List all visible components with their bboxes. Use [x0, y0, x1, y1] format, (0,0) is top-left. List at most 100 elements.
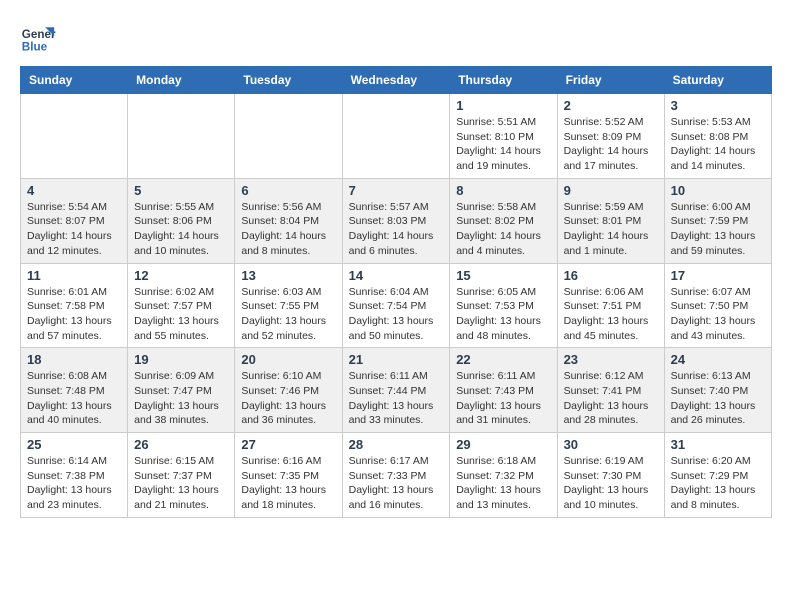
calendar-cell: 2 Sunrise: 5:52 AM Sunset: 8:09 PM Daylig…	[557, 94, 664, 179]
calendar-cell: 6 Sunrise: 5:56 AM Sunset: 8:04 PM Daylig…	[235, 178, 342, 263]
day-info: Sunrise: 6:07 AM Sunset: 7:50 PM Dayligh…	[671, 285, 765, 344]
week-row-5: 25 Sunrise: 6:14 AM Sunset: 7:38 PM Dayli…	[21, 433, 772, 518]
day-info: Sunrise: 6:13 AM Sunset: 7:40 PM Dayligh…	[671, 369, 765, 428]
column-header-friday: Friday	[557, 67, 664, 94]
day-info: Sunrise: 6:02 AM Sunset: 7:57 PM Dayligh…	[134, 285, 228, 344]
day-number: 23	[564, 352, 658, 367]
calendar-cell: 21Sunrise: 6:11 AM Sunset: 7:44 PM Dayli…	[342, 348, 450, 433]
calendar-cell	[128, 94, 235, 179]
calendar-cell: 18 Sunrise: 6:08 AM Sunset: 7:48 PM Dayli…	[21, 348, 128, 433]
day-info: Sunrise: 5:58 AM Sunset: 8:02 PM Dayligh…	[456, 200, 550, 259]
day-number: 20	[241, 352, 335, 367]
calendar-table: SundayMondayTuesdayWednesdayThursdayFrid…	[20, 66, 772, 518]
day-number: 22	[456, 352, 550, 367]
day-number: 16	[564, 268, 658, 283]
calendar-cell: 27 Sunrise: 6:16 AM Sunset: 7:35 PM Dayli…	[235, 433, 342, 518]
day-info: Sunrise: 6:06 AM Sunset: 7:51 PM Dayligh…	[564, 285, 658, 344]
day-info: Sunrise: 5:54 AM Sunset: 8:07 PM Dayligh…	[27, 200, 121, 259]
calendar-cell	[21, 94, 128, 179]
day-info: Sunrise: 6:19 AM Sunset: 7:30 PM Dayligh…	[564, 454, 658, 513]
calendar-cell: 19Sunrise: 6:09 AM Sunset: 7:47 PM Dayli…	[128, 348, 235, 433]
day-number: 24	[671, 352, 765, 367]
column-header-tuesday: Tuesday	[235, 67, 342, 94]
day-number: 15	[456, 268, 550, 283]
day-info: Sunrise: 6:18 AM Sunset: 7:32 PM Dayligh…	[456, 454, 550, 513]
column-header-saturday: Saturday	[664, 67, 771, 94]
calendar-cell: 10 Sunrise: 6:00 AM Sunset: 7:59 PM Dayli…	[664, 178, 771, 263]
day-info: Sunrise: 6:05 AM Sunset: 7:53 PM Dayligh…	[456, 285, 550, 344]
calendar-cell: 26 Sunrise: 6:15 AM Sunset: 7:37 PM Dayli…	[128, 433, 235, 518]
calendar-cell: 16 Sunrise: 6:06 AM Sunset: 7:51 PM Dayli…	[557, 263, 664, 348]
day-number: 17	[671, 268, 765, 283]
day-number: 2	[564, 98, 658, 113]
calendar-cell: 24 Sunrise: 6:13 AM Sunset: 7:40 PM Dayli…	[664, 348, 771, 433]
calendar-cell: 14 Sunrise: 6:04 AM Sunset: 7:54 PM Dayli…	[342, 263, 450, 348]
calendar-cell: 9Sunrise: 5:59 AM Sunset: 8:01 PM Daylig…	[557, 178, 664, 263]
column-header-sunday: Sunday	[21, 67, 128, 94]
column-header-wednesday: Wednesday	[342, 67, 450, 94]
day-number: 21	[349, 352, 444, 367]
calendar-cell: 4 Sunrise: 5:54 AM Sunset: 8:07 PM Daylig…	[21, 178, 128, 263]
day-number: 5	[134, 183, 228, 198]
calendar-cell: 8Sunrise: 5:58 AM Sunset: 8:02 PM Daylig…	[450, 178, 557, 263]
day-info: Sunrise: 6:15 AM Sunset: 7:37 PM Dayligh…	[134, 454, 228, 513]
day-number: 13	[241, 268, 335, 283]
calendar-cell: 1 Sunrise: 5:51 AM Sunset: 8:10 PM Daylig…	[450, 94, 557, 179]
page-header: General Blue	[20, 20, 772, 56]
week-row-1: 1 Sunrise: 5:51 AM Sunset: 8:10 PM Daylig…	[21, 94, 772, 179]
day-number: 1	[456, 98, 550, 113]
day-info: Sunrise: 6:04 AM Sunset: 7:54 PM Dayligh…	[349, 285, 444, 344]
day-info: Sunrise: 6:00 AM Sunset: 7:59 PM Dayligh…	[671, 200, 765, 259]
day-number: 18	[27, 352, 121, 367]
logo-icon: General Blue	[20, 20, 56, 56]
day-info: Sunrise: 6:10 AM Sunset: 7:46 PM Dayligh…	[241, 369, 335, 428]
calendar-cell: 11Sunrise: 6:01 AM Sunset: 7:58 PM Dayli…	[21, 263, 128, 348]
calendar-cell: 28Sunrise: 6:17 AM Sunset: 7:33 PM Dayli…	[342, 433, 450, 518]
day-number: 27	[241, 437, 335, 452]
day-info: Sunrise: 6:11 AM Sunset: 7:43 PM Dayligh…	[456, 369, 550, 428]
day-info: Sunrise: 5:56 AM Sunset: 8:04 PM Dayligh…	[241, 200, 335, 259]
day-info: Sunrise: 6:03 AM Sunset: 7:55 PM Dayligh…	[241, 285, 335, 344]
day-number: 30	[564, 437, 658, 452]
day-info: Sunrise: 6:14 AM Sunset: 7:38 PM Dayligh…	[27, 454, 121, 513]
calendar-cell: 7 Sunrise: 5:57 AM Sunset: 8:03 PM Daylig…	[342, 178, 450, 263]
day-number: 14	[349, 268, 444, 283]
day-info: Sunrise: 5:57 AM Sunset: 8:03 PM Dayligh…	[349, 200, 444, 259]
day-number: 19	[134, 352, 228, 367]
calendar-header-row: SundayMondayTuesdayWednesdayThursdayFrid…	[21, 67, 772, 94]
day-info: Sunrise: 6:17 AM Sunset: 7:33 PM Dayligh…	[349, 454, 444, 513]
calendar-cell: 5 Sunrise: 5:55 AM Sunset: 8:06 PM Daylig…	[128, 178, 235, 263]
calendar-cell: 29 Sunrise: 6:18 AM Sunset: 7:32 PM Dayli…	[450, 433, 557, 518]
day-number: 12	[134, 268, 228, 283]
day-info: Sunrise: 5:51 AM Sunset: 8:10 PM Dayligh…	[456, 115, 550, 174]
day-number: 7	[349, 183, 444, 198]
column-header-thursday: Thursday	[450, 67, 557, 94]
day-number: 11	[27, 268, 121, 283]
week-row-2: 4 Sunrise: 5:54 AM Sunset: 8:07 PM Daylig…	[21, 178, 772, 263]
day-number: 10	[671, 183, 765, 198]
calendar-cell: 12 Sunrise: 6:02 AM Sunset: 7:57 PM Dayli…	[128, 263, 235, 348]
day-number: 29	[456, 437, 550, 452]
calendar-cell: 3Sunrise: 5:53 AM Sunset: 8:08 PM Daylig…	[664, 94, 771, 179]
day-number: 31	[671, 437, 765, 452]
day-info: Sunrise: 5:59 AM Sunset: 8:01 PM Dayligh…	[564, 200, 658, 259]
logo: General Blue	[20, 20, 56, 56]
calendar-cell: 17 Sunrise: 6:07 AM Sunset: 7:50 PM Dayli…	[664, 263, 771, 348]
week-row-3: 11Sunrise: 6:01 AM Sunset: 7:58 PM Dayli…	[21, 263, 772, 348]
calendar-cell: 13 Sunrise: 6:03 AM Sunset: 7:55 PM Dayli…	[235, 263, 342, 348]
week-row-4: 18 Sunrise: 6:08 AM Sunset: 7:48 PM Dayli…	[21, 348, 772, 433]
day-number: 25	[27, 437, 121, 452]
calendar-cell: 25 Sunrise: 6:14 AM Sunset: 7:38 PM Dayli…	[21, 433, 128, 518]
day-info: Sunrise: 6:16 AM Sunset: 7:35 PM Dayligh…	[241, 454, 335, 513]
day-number: 26	[134, 437, 228, 452]
calendar-cell: 15 Sunrise: 6:05 AM Sunset: 7:53 PM Dayli…	[450, 263, 557, 348]
calendar-cell: 22 Sunrise: 6:11 AM Sunset: 7:43 PM Dayli…	[450, 348, 557, 433]
calendar-cell	[235, 94, 342, 179]
day-info: Sunrise: 6:08 AM Sunset: 7:48 PM Dayligh…	[27, 369, 121, 428]
day-number: 4	[27, 183, 121, 198]
calendar-cell: 30 Sunrise: 6:19 AM Sunset: 7:30 PM Dayli…	[557, 433, 664, 518]
day-info: Sunrise: 6:20 AM Sunset: 7:29 PM Dayligh…	[671, 454, 765, 513]
day-number: 6	[241, 183, 335, 198]
day-info: Sunrise: 5:55 AM Sunset: 8:06 PM Dayligh…	[134, 200, 228, 259]
day-info: Sunrise: 5:52 AM Sunset: 8:09 PM Dayligh…	[564, 115, 658, 174]
